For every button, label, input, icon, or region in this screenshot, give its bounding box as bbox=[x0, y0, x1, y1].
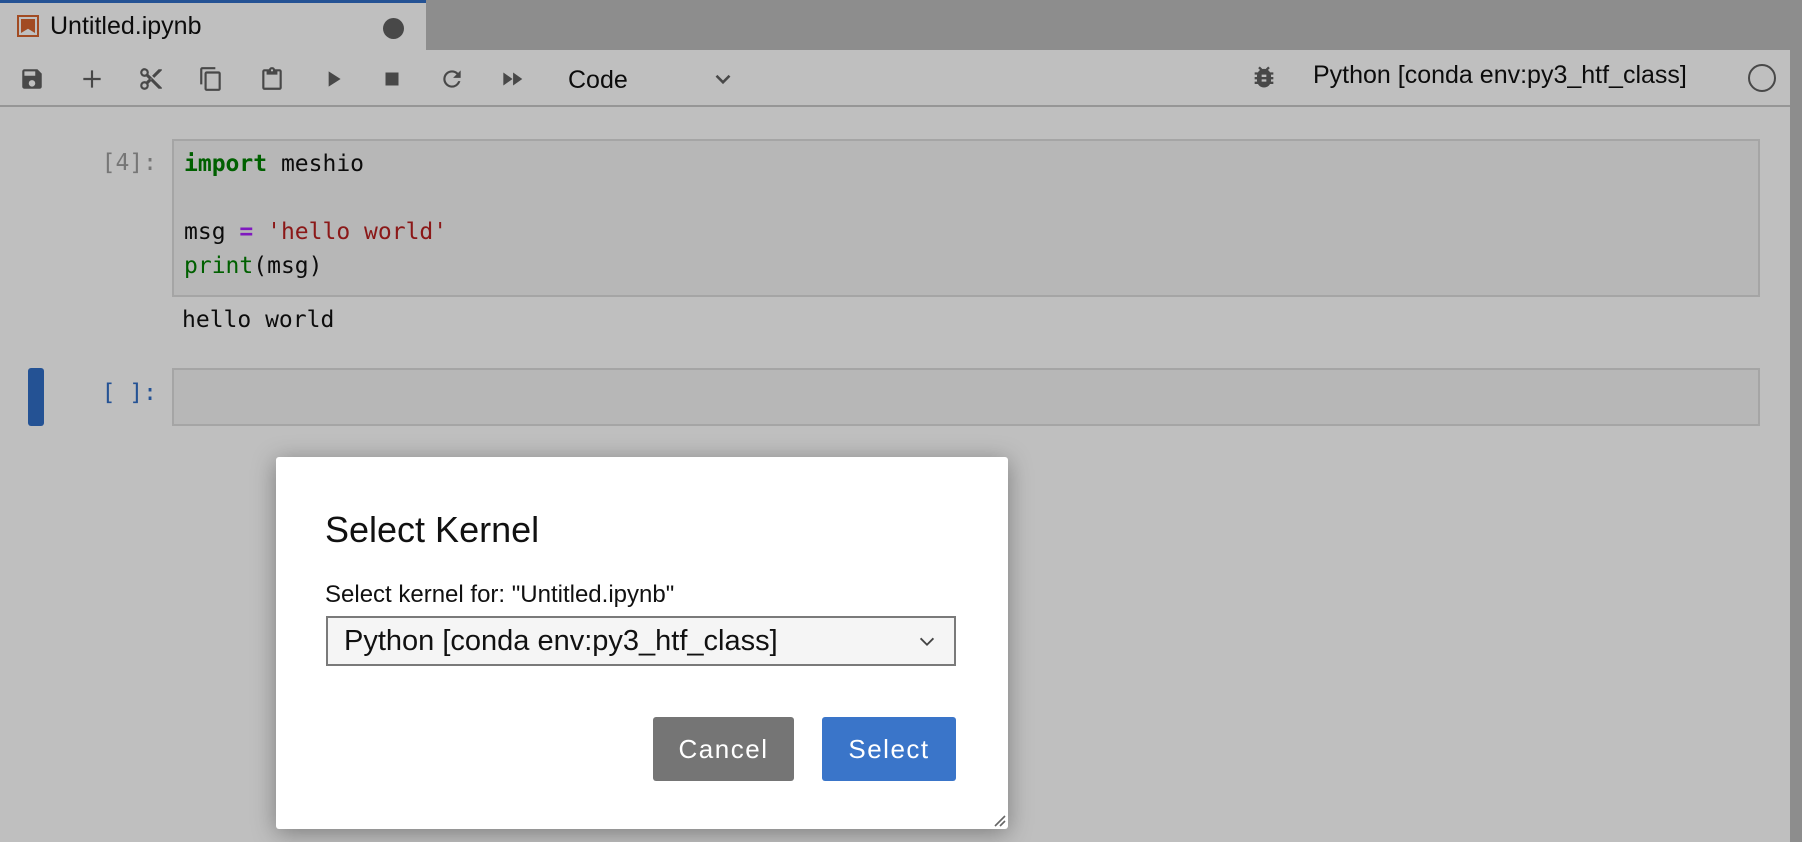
chevron-down-icon bbox=[919, 637, 935, 647]
select-kernel-dialog: Select Kernel Select kernel for: "Untitl… bbox=[276, 457, 1008, 829]
kernel-select[interactable]: Python [conda env:py3_htf_class] bbox=[326, 616, 956, 666]
kernel-select-value: Python [conda env:py3_htf_class] bbox=[344, 625, 778, 657]
resize-handle-icon[interactable] bbox=[992, 813, 1006, 827]
cancel-button[interactable]: Cancel bbox=[653, 717, 794, 781]
dialog-label: Select kernel for: "Untitled.ipynb" bbox=[325, 581, 675, 608]
select-button[interactable]: Select bbox=[822, 717, 956, 781]
dialog-title: Select Kernel bbox=[325, 509, 540, 550]
